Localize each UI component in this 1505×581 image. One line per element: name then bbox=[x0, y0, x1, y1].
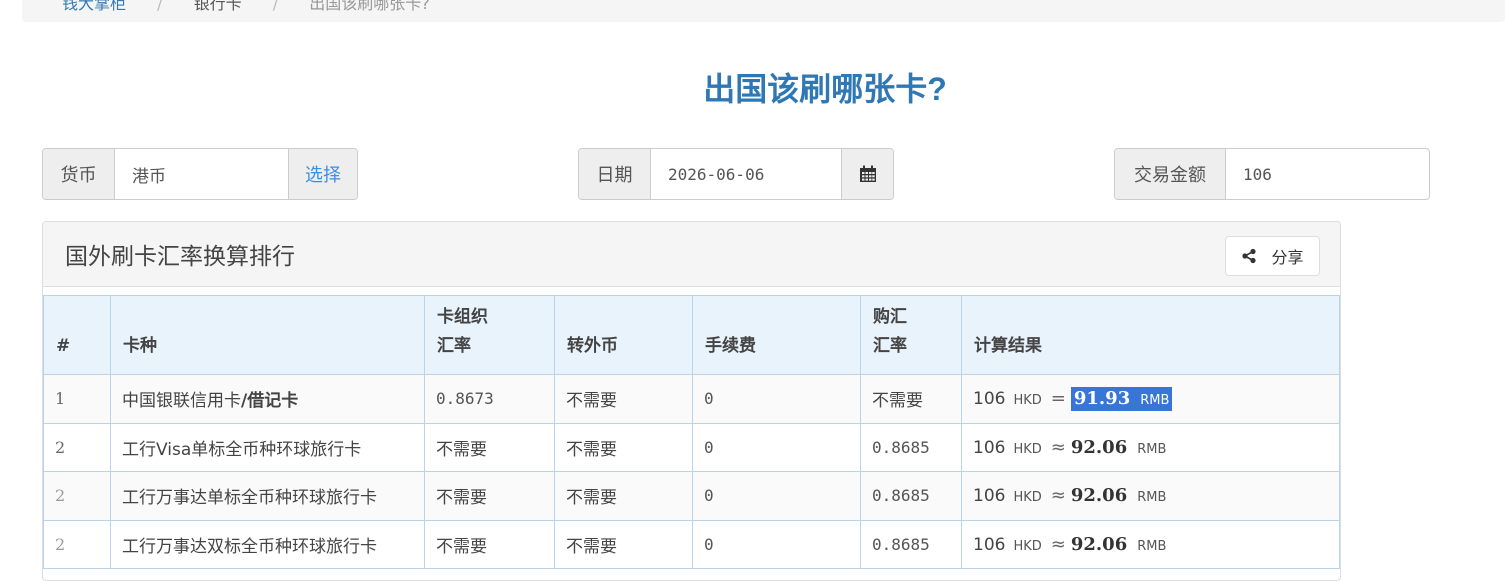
row-result: 106 HKD ≈92.06 RMB bbox=[961, 422, 1340, 472]
breadcrumb-separator: / bbox=[157, 0, 163, 13]
table-row: 2 工行万事达单标全币种环球旅行卡 不需要 不需要 0 0.8685 106 HK… bbox=[43, 471, 1340, 521]
date-input-group: 日期 2026-06-06 bbox=[578, 148, 894, 200]
row-rank: 2 bbox=[43, 519, 111, 569]
panel-heading: 国外刷卡汇率换算排行 分享 bbox=[43, 222, 1340, 287]
panel-title: 国外刷卡汇率换算排行 bbox=[65, 244, 295, 270]
row-card-name: 工行Visa单标全币种环球旅行卡 bbox=[110, 422, 425, 472]
rates-table: # 卡种 卡组织 汇率 转外币 手续费 购汇 汇率 计算结果 1 中国银联信用卡/借… bbox=[43, 295, 1340, 569]
breadcrumb: 钱大掌柜 / 银行卡 / 出国该刷哪张卡? bbox=[22, 0, 1505, 22]
row-result: 106 HKD ≈92.06 RMB bbox=[961, 519, 1340, 569]
breadcrumb-separator: / bbox=[272, 0, 279, 13]
currency-field[interactable]: 港币 bbox=[115, 149, 288, 199]
row-org-rate: 不需要 bbox=[424, 471, 555, 521]
select-currency-button[interactable]: 选择 bbox=[288, 149, 357, 199]
header-fee: 手续费 bbox=[692, 295, 861, 375]
currency-label: 货币 bbox=[43, 149, 115, 199]
share-label: 分享 bbox=[1271, 248, 1304, 267]
row-rank: 1 bbox=[43, 374, 111, 424]
header-rank: # bbox=[43, 295, 111, 375]
row-buy-rate: 0.8685 bbox=[860, 471, 962, 521]
ranking-panel: 国外刷卡汇率换算排行 分享 # 卡种 卡组织 汇率 转外币 手续费 购汇 汇率 … bbox=[42, 221, 1341, 581]
row-org-rate: 不需要 bbox=[424, 519, 555, 569]
row-buy-rate: 0.8685 bbox=[860, 519, 962, 569]
row-rank: 2 bbox=[43, 422, 111, 472]
row-org-rate: 0.8673 bbox=[424, 374, 555, 424]
row-convert: 不需要 bbox=[554, 422, 693, 472]
header-org-rate: 卡组织 汇率 bbox=[424, 295, 555, 375]
header-convert: 转外币 bbox=[554, 295, 693, 375]
row-buy-rate: 0.8685 bbox=[860, 422, 962, 472]
calendar-button[interactable] bbox=[841, 149, 893, 199]
row-fee: 0 bbox=[692, 422, 861, 472]
row-card-name: 工行万事达双标全币种环球旅行卡 bbox=[110, 519, 425, 569]
row-fee: 0 bbox=[692, 519, 861, 569]
date-field[interactable]: 2026-06-06 bbox=[651, 149, 841, 199]
breadcrumb-home-link[interactable]: 钱大掌柜 bbox=[62, 0, 126, 13]
row-result: 106 HKD = 91.93 RMB bbox=[961, 374, 1340, 424]
row-card-name: 工行万事达单标全币种环球旅行卡 bbox=[110, 471, 425, 521]
table-row: 2 工行万事达双标全币种环球旅行卡 不需要 不需要 0 0.8685 106 HK… bbox=[43, 519, 1340, 569]
row-buy-rate: 不需要 bbox=[860, 374, 962, 424]
currency-input-group: 货币 港币 选择 bbox=[42, 148, 358, 200]
row-org-rate: 不需要 bbox=[424, 422, 555, 472]
header-result: 计算结果 bbox=[961, 295, 1340, 375]
amount-field[interactable]: 106 bbox=[1226, 149, 1429, 199]
header-buy-rate: 购汇 汇率 bbox=[860, 295, 962, 375]
date-label: 日期 bbox=[579, 149, 651, 199]
row-convert: 不需要 bbox=[554, 374, 693, 424]
share-button[interactable]: 分享 bbox=[1225, 236, 1320, 276]
row-convert: 不需要 bbox=[554, 519, 693, 569]
row-fee: 0 bbox=[692, 471, 861, 521]
breadcrumb-bank-cards-link[interactable]: 银行卡 bbox=[194, 0, 242, 13]
row-result: 106 HKD ≈92.06 RMB bbox=[961, 471, 1340, 521]
breadcrumb-current: 出国该刷哪张卡? bbox=[309, 0, 430, 13]
row-fee: 0 bbox=[692, 374, 861, 424]
row-card-name: 中国银联信用卡/借记卡 bbox=[110, 374, 425, 424]
row-convert: 不需要 bbox=[554, 471, 693, 521]
amount-label: 交易金额 bbox=[1115, 149, 1226, 199]
header-card: 卡种 bbox=[110, 295, 425, 375]
row-rank: 2 bbox=[43, 471, 111, 521]
share-icon bbox=[1242, 248, 1257, 264]
page-title: 出国该刷哪张卡? bbox=[703, 71, 947, 107]
amount-input-group: 交易金额 106 bbox=[1114, 148, 1430, 200]
calendar-icon bbox=[859, 165, 876, 182]
table-row: 1 中国银联信用卡/借记卡 0.8673 不需要 0 不需要 106 HKD = 91… bbox=[43, 374, 1340, 424]
table-header-row: # 卡种 卡组织 汇率 转外币 手续费 购汇 汇率 计算结果 bbox=[43, 295, 1340, 375]
table-row: 2 工行Visa单标全币种环球旅行卡 不需要 不需要 0 0.8685 106 H… bbox=[43, 422, 1340, 472]
selected-result: 91.93 RMB bbox=[1070, 387, 1173, 412]
